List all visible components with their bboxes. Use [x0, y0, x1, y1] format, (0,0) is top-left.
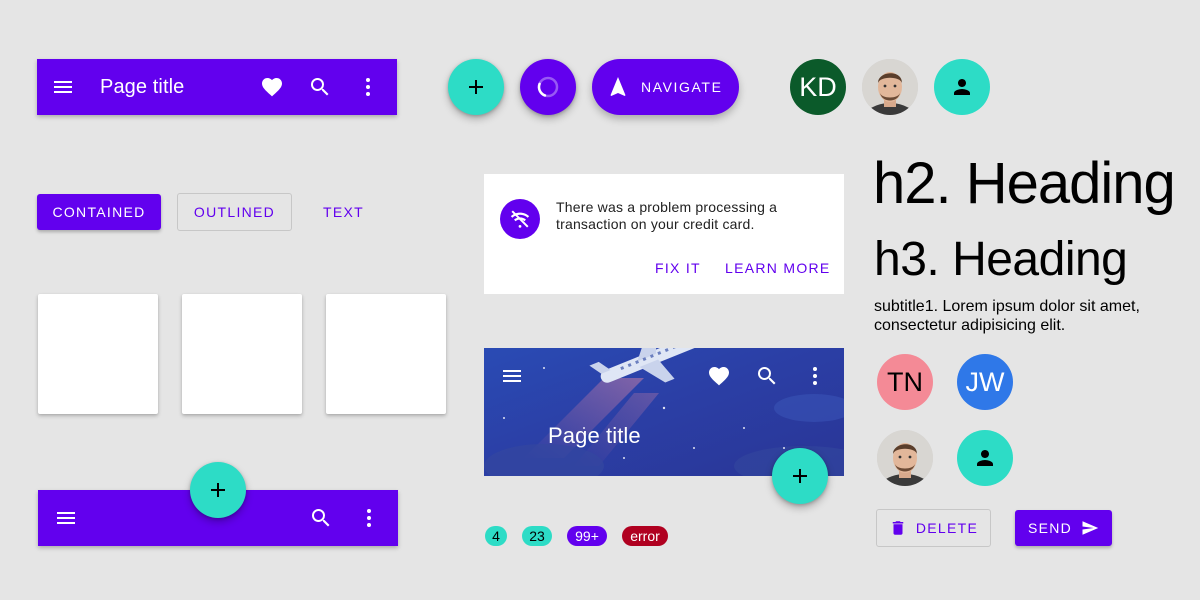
banner-icon-circle	[500, 199, 540, 239]
card-1[interactable]	[38, 294, 158, 414]
navigate-extended-fab[interactable]: NAVIGATE	[592, 59, 739, 115]
favorite-icon[interactable]	[707, 364, 731, 388]
menu-icon[interactable]	[500, 364, 524, 388]
top-app-bar: Page title	[37, 59, 397, 115]
prominent-bar-add-fab[interactable]	[772, 448, 828, 504]
menu-icon[interactable]	[51, 75, 75, 99]
avatar-initials-text: TN	[887, 366, 923, 397]
banner-message: There was a problem processing a transac…	[556, 199, 778, 232]
add-icon	[793, 469, 807, 483]
person-icon	[954, 79, 970, 95]
delete-button[interactable]: DELETE	[876, 509, 991, 547]
send-label: SEND	[1027, 520, 1073, 536]
menu-icon[interactable]	[54, 506, 78, 530]
prominent-page-title: Page title	[548, 423, 641, 448]
avatar-photo	[877, 430, 933, 486]
add-fab[interactable]	[448, 59, 504, 115]
person-icon	[977, 450, 993, 466]
more-vert-icon[interactable]	[803, 364, 827, 388]
add-icon	[211, 483, 225, 497]
avatar-photo	[862, 59, 918, 115]
trash-icon	[892, 521, 904, 535]
avatar-icon	[934, 59, 990, 115]
fix-it-button[interactable]: FIX IT	[655, 260, 701, 276]
navigate-label: NAVIGATE	[641, 79, 723, 95]
add-icon	[469, 80, 483, 94]
more-vert-icon[interactable]	[357, 506, 381, 530]
delete-label: DELETE	[915, 520, 979, 536]
heading-h2: h2. Heading	[873, 151, 1176, 216]
bottom-bar-add-fab[interactable]	[190, 462, 246, 518]
avatar-initials-text: JW	[965, 366, 1005, 397]
heading-h3: h3. Heading	[874, 233, 1128, 286]
wifi-off-icon	[510, 210, 530, 228]
learn-more-button[interactable]: LEARN MORE	[725, 260, 831, 276]
avatar-initials: KD	[790, 59, 846, 115]
badge-error: error	[622, 526, 668, 546]
search-icon[interactable]	[309, 506, 333, 530]
card-3[interactable]	[326, 294, 446, 414]
subtitle1-text: subtitle1. Lorem ipsum dolor sit amet, c…	[874, 298, 1140, 334]
avatar-initials-tn: TN	[877, 354, 933, 410]
badge-count-medium: 23	[522, 526, 552, 546]
avatar-initials-text: KD	[799, 71, 837, 102]
send-icon	[1082, 521, 1099, 535]
contained-button[interactable]: CONTAINED	[37, 194, 161, 230]
avatar-icon	[957, 430, 1013, 486]
progress-icon	[537, 76, 559, 98]
navigation-arrow-icon	[610, 77, 626, 96]
outlined-button[interactable]: OUTLINED	[177, 193, 292, 231]
favorite-icon[interactable]	[260, 75, 284, 99]
search-icon[interactable]	[308, 75, 332, 99]
page-title: Page title	[100, 76, 185, 98]
search-icon[interactable]	[755, 364, 779, 388]
send-button[interactable]: SEND	[1015, 510, 1112, 546]
banner: There was a problem processing a transac…	[484, 174, 844, 294]
badge-count-small: 4	[485, 526, 507, 546]
badge-count-overflow: 99+	[567, 526, 607, 546]
progress-fab[interactable]	[520, 59, 576, 115]
more-vert-icon[interactable]	[356, 75, 380, 99]
avatar-initials-jw: JW	[957, 354, 1013, 410]
card-2[interactable]	[182, 294, 302, 414]
text-button[interactable]: TEXT	[308, 194, 379, 230]
